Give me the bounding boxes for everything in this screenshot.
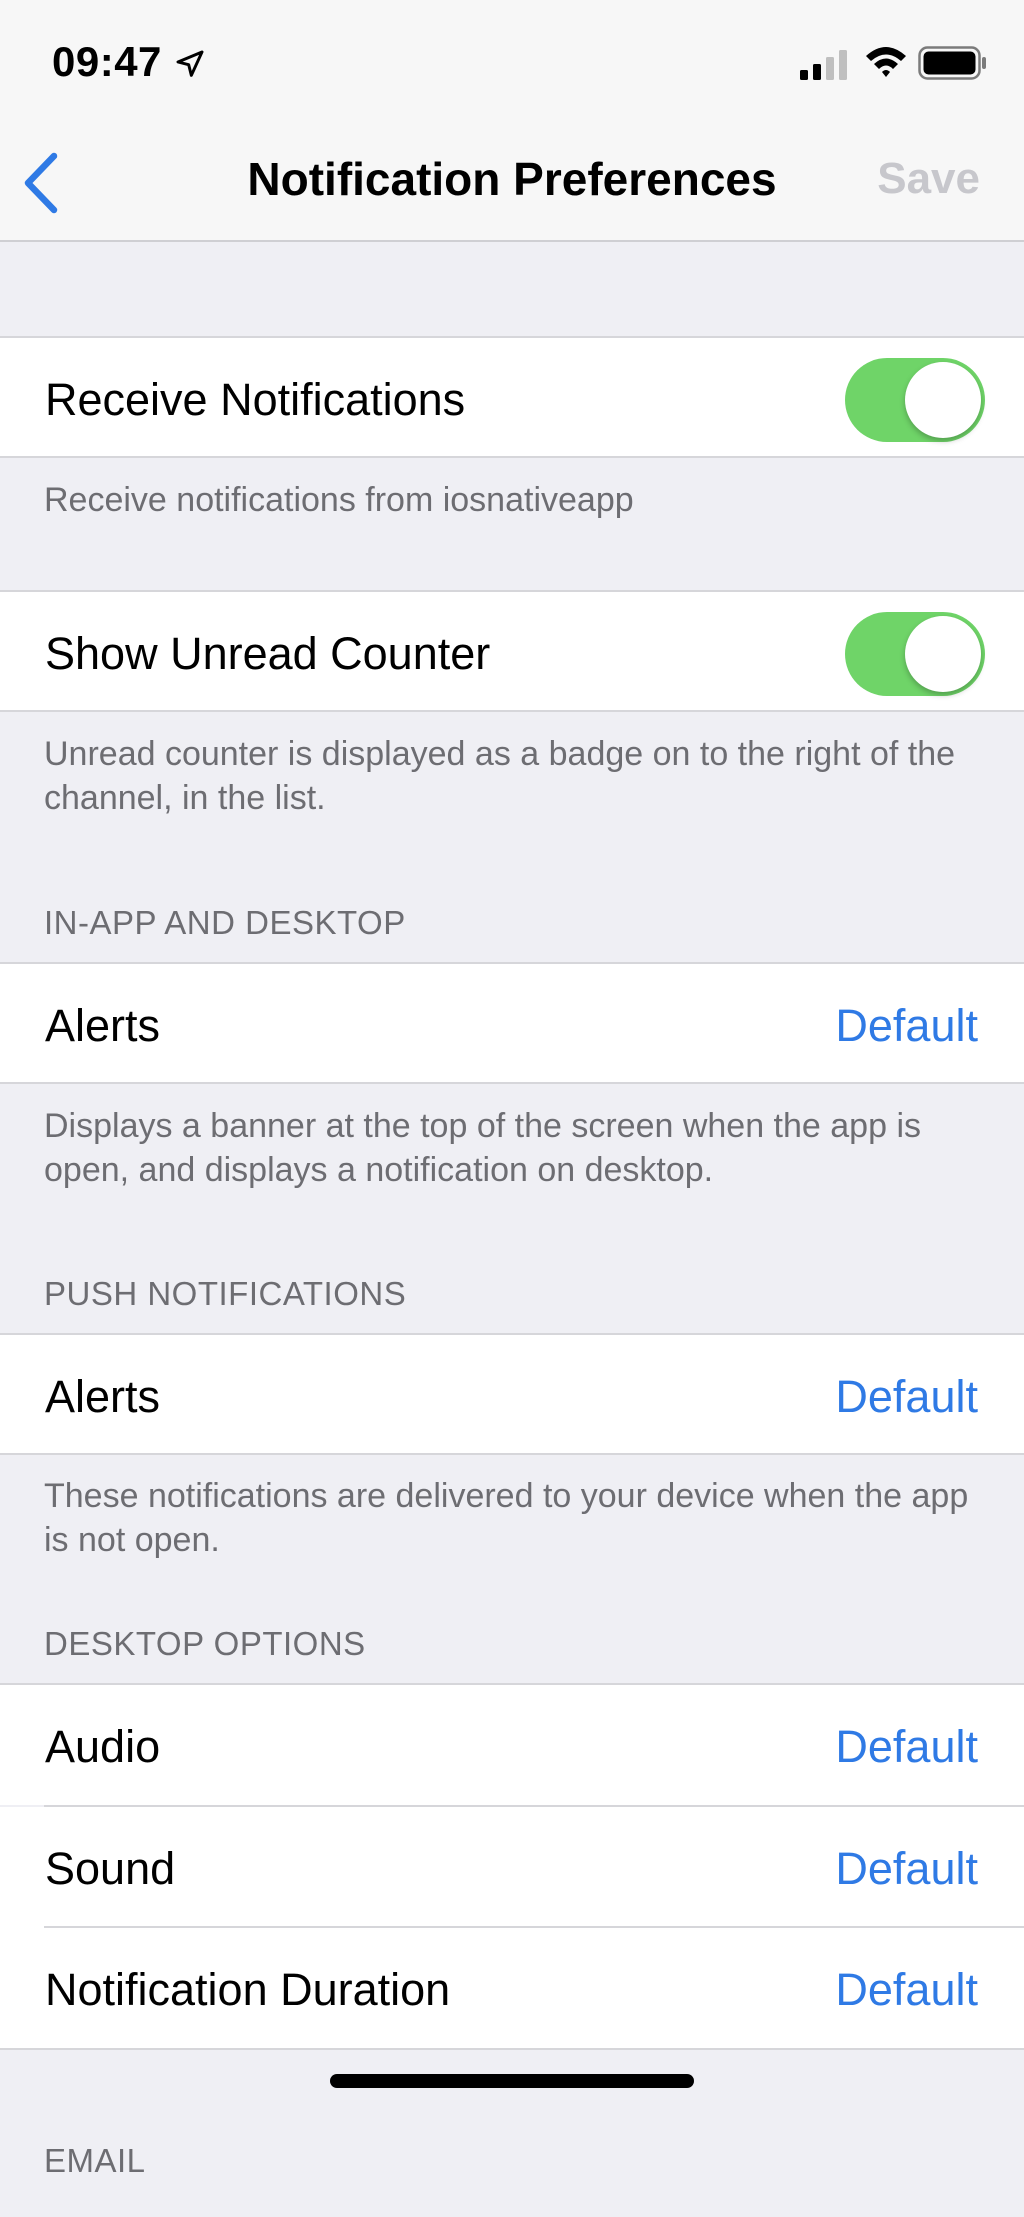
desktop-sound-row[interactable]: Sound Default bbox=[0, 1807, 1024, 1929]
in-app-footer: Displays a banner at the top of the scre… bbox=[44, 1107, 921, 1189]
desktop-sound-label: Sound bbox=[45, 1843, 176, 1894]
desktop-notification-duration-label: Notification Duration bbox=[45, 1964, 451, 2015]
page-title: Notification Preferences bbox=[247, 153, 777, 205]
section-header-email: EMAIL bbox=[44, 2142, 146, 2179]
desktop-audio-label: Audio bbox=[45, 1721, 161, 1772]
home-indicator bbox=[330, 2074, 694, 2088]
show-unread-counter-label: Show Unread Counter bbox=[45, 628, 491, 679]
section-header-in-app: IN-APP AND DESKTOP bbox=[44, 904, 406, 941]
save-button[interactable]: Save bbox=[877, 154, 980, 204]
in-app-alerts-value: Default bbox=[835, 1000, 978, 1051]
push-footer: These notifications are delivered to you… bbox=[44, 1477, 969, 1559]
in-app-alerts-row[interactable]: Alerts Default bbox=[0, 962, 1024, 1084]
desktop-audio-row[interactable]: Audio Default bbox=[0, 1683, 1024, 1805]
unread-counter-footer: Unread counter is displayed as a badge o… bbox=[44, 735, 956, 817]
receive-notifications-row: Receive Notifications bbox=[0, 336, 1024, 458]
desktop-notification-duration-row[interactable]: Notification Duration Default bbox=[0, 1928, 1024, 2050]
show-unread-counter-toggle[interactable] bbox=[845, 612, 985, 696]
cellular-signal-icon bbox=[800, 50, 847, 80]
section-header-desktop-options: DESKTOP OPTIONS bbox=[44, 1625, 366, 1662]
navigation-bar: Notification Preferences Save bbox=[0, 120, 1024, 242]
desktop-notification-duration-value: Default bbox=[835, 1964, 978, 2015]
toggle-knob bbox=[905, 362, 981, 438]
status-time: 09:47 bbox=[52, 38, 162, 85]
show-unread-counter-row: Show Unread Counter bbox=[0, 590, 1024, 712]
desktop-audio-value: Default bbox=[835, 1721, 978, 1772]
toggle-knob bbox=[905, 616, 981, 692]
in-app-alerts-label: Alerts bbox=[45, 1000, 161, 1051]
status-bar: 09:47 bbox=[0, 0, 1024, 120]
push-alerts-label: Alerts bbox=[45, 1371, 161, 1422]
receive-notifications-footer: Receive notifications from iosnativeapp bbox=[44, 481, 634, 519]
section-header-push: PUSH NOTIFICATIONS bbox=[44, 1275, 407, 1312]
wifi-icon bbox=[866, 47, 906, 77]
push-alerts-value: Default bbox=[835, 1371, 978, 1422]
desktop-sound-value: Default bbox=[835, 1843, 978, 1894]
battery-icon bbox=[918, 46, 986, 80]
receive-notifications-label: Receive Notifications bbox=[45, 374, 466, 425]
receive-notifications-toggle[interactable] bbox=[845, 358, 985, 442]
location-arrow-icon bbox=[176, 50, 204, 77]
push-alerts-row[interactable]: Alerts Default bbox=[0, 1333, 1024, 1455]
